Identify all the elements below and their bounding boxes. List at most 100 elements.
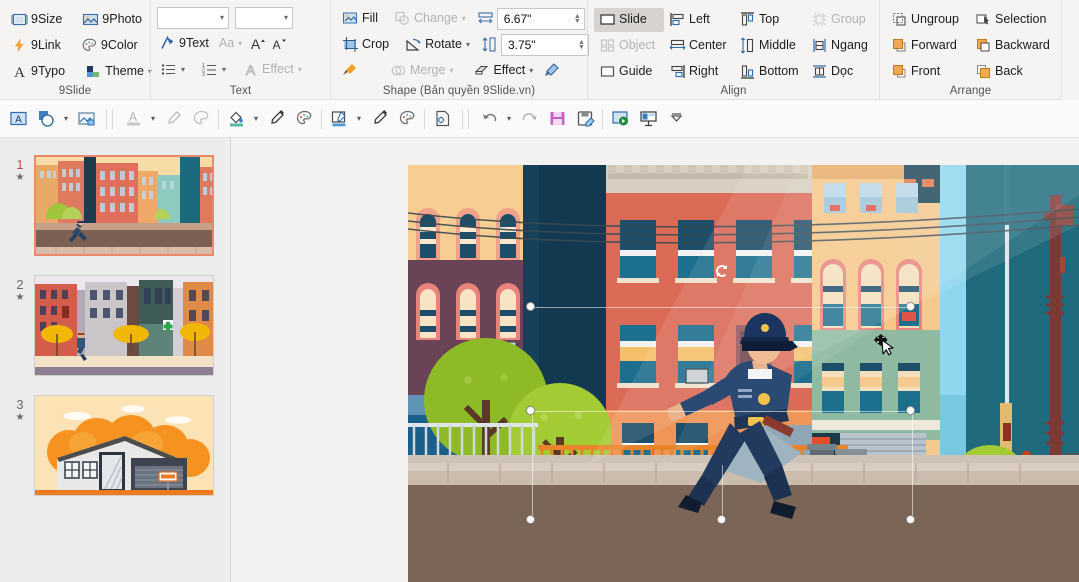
font-size-combo[interactable]: ▾ [235, 6, 293, 29]
presenter-view-button[interactable] [634, 105, 662, 133]
slide-stage[interactable] [408, 165, 1079, 582]
spinner-arrows[interactable]: ▲ ▼ [574, 13, 581, 25]
shape-height-input[interactable]: 3.75" ▲ ▼ [500, 33, 589, 56]
handle-bottom-left[interactable] [526, 515, 535, 524]
slide-canvas-area[interactable] [231, 138, 1079, 582]
btn-bring-forward[interactable]: Forward [886, 34, 970, 58]
btn-group[interactable]: Group [806, 8, 871, 32]
btn-9text[interactable]: 9Text [157, 32, 214, 56]
btn-align-center[interactable]: Center [664, 34, 734, 58]
shape-outline-caret[interactable]: ▾ [353, 105, 365, 133]
btn-align-to-slide[interactable]: Slide [594, 7, 664, 32]
thumbnail-row-2[interactable]: 2 ★ [6, 275, 214, 376]
font-color-button[interactable]: A [119, 105, 147, 133]
shape-fill-caret[interactable]: ▾ [250, 105, 262, 133]
grow-font-icon: A [249, 35, 266, 52]
btn-align-middle[interactable]: Middle [734, 34, 806, 58]
btn-9typo[interactable]: A 9Typo [6, 60, 70, 84]
chevron-down-icon: ▾ [181, 65, 186, 74]
rotation-handle[interactable] [713, 262, 731, 280]
btn-bring-to-front-label: Front [911, 64, 941, 79]
shape-width-input[interactable]: 6.67" ▲ ▼ [496, 7, 585, 30]
btn-align-right[interactable]: Right [664, 60, 734, 84]
btn-send-to-back[interactable]: Back [970, 60, 1028, 84]
font-family-combo[interactable]: ▾ [157, 6, 229, 29]
rotate-shape-icon [405, 36, 422, 53]
slide-thumbnail-panel[interactable]: 1 ★ 2 ★ 3 ★ [0, 138, 231, 582]
btn-bring-forward-label: Forward [911, 38, 957, 53]
undo-button[interactable] [475, 105, 503, 133]
animation-star-icon: ★ [15, 172, 25, 183]
slideshow-from-current-button[interactable] [606, 105, 634, 133]
shape-fill-color-button[interactable] [222, 105, 250, 133]
font-color-eyedropper-button[interactable] [159, 105, 187, 133]
shape-fill-palette-button[interactable] [290, 105, 318, 133]
btn-distribute-vertical[interactable]: Dọc [806, 60, 858, 84]
spinner-arrows[interactable]: ▲ ▼ [578, 39, 585, 51]
insert-picture-button[interactable] [72, 105, 100, 133]
btn-align-to-object[interactable]: Object [594, 34, 664, 58]
chevron-down-icon: ▾ [461, 14, 466, 23]
btn-align-bottom[interactable]: Bottom [734, 60, 806, 84]
more-commands-button[interactable] [662, 105, 690, 133]
btn-fill[interactable]: Fill [337, 7, 383, 31]
btn-align-left[interactable]: Left [664, 8, 734, 32]
btn-shrink-font[interactable]: A [268, 32, 289, 56]
btn-9size[interactable]: 9Size [6, 8, 67, 32]
btn-crop[interactable]: Crop [337, 33, 394, 57]
btn-9link[interactable]: 9Link [6, 34, 66, 58]
handle-right-middle[interactable] [906, 302, 915, 311]
btn-shape-effect[interactable]: Effect ▾ [468, 59, 538, 83]
btn-bring-to-front[interactable]: Front [886, 60, 970, 84]
page-settings-button[interactable] [428, 105, 456, 133]
btn-9photo[interactable]: 9Photo [77, 8, 147, 32]
insert-textbox-icon: A [9, 111, 27, 126]
handle-bottom-center[interactable] [717, 515, 726, 524]
slide-thumbnail-1[interactable] [34, 155, 214, 256]
btn-change-shape[interactable]: Change ▾ [389, 7, 471, 31]
redo-button[interactable] [515, 105, 543, 133]
btn-align-to-guide[interactable]: Guide [594, 60, 664, 84]
shape-width-icon [477, 10, 494, 27]
btn-ungroup[interactable]: Ungroup [886, 8, 970, 32]
thumbnail-row-1[interactable]: 1 ★ [6, 155, 214, 256]
btn-distribute-horizontal[interactable]: Ngang [806, 34, 873, 58]
btn-grow-font[interactable]: A [247, 32, 268, 56]
thumbnail-row-3[interactable]: 3 ★ [6, 395, 214, 496]
insert-shape-button[interactable] [32, 105, 60, 133]
btn-text-effect[interactable]: A Effect ▾ [237, 58, 307, 82]
shape-outline-button[interactable] [325, 105, 353, 133]
btn-bullet-list[interactable]: ▾ [157, 58, 190, 82]
btn-merge-shapes[interactable]: Merge ▾ [385, 59, 458, 83]
group-label-9slide: 9Slide [58, 85, 92, 97]
handle-bottom-right[interactable] [906, 515, 915, 524]
outline-eyedropper-button[interactable] [365, 105, 393, 133]
save-as-button[interactable] [571, 105, 599, 133]
btn-shape-style[interactable] [538, 59, 565, 83]
font-color-palette-button[interactable] [187, 105, 215, 133]
btn-format-painter[interactable] [337, 59, 363, 83]
btn-9color[interactable]: 9Color [76, 34, 143, 58]
shape-fill-eyedropper-button[interactable] [262, 105, 290, 133]
thumbnail-scrollbar[interactable] [225, 138, 230, 582]
btn-send-backward[interactable]: Backward [970, 34, 1055, 58]
save-button[interactable] [543, 105, 571, 133]
btn-selection-pane[interactable]: Selection [970, 8, 1051, 32]
btn-numbered-list[interactable]: 123 ▾ [196, 58, 231, 82]
handle-right-lower[interactable] [906, 406, 915, 415]
slide-thumbnail-2[interactable] [34, 275, 214, 376]
insert-textbox-button[interactable]: A [4, 105, 32, 133]
insert-shape-caret[interactable]: ▾ [60, 105, 72, 133]
handle-left-lower[interactable] [526, 406, 535, 415]
btn-distribute-horizontal-label: Ngang [831, 38, 868, 53]
outline-palette-button[interactable] [393, 105, 421, 133]
undo-caret[interactable]: ▾ [503, 105, 515, 133]
font-color-caret[interactable]: ▾ [147, 105, 159, 133]
btn-change-case[interactable]: Aa ▾ [214, 32, 247, 56]
btn-rotate[interactable]: Rotate ▾ [400, 33, 475, 57]
handle-left-middle[interactable] [526, 302, 535, 311]
slide-thumbnail-3[interactable] [34, 395, 214, 496]
btn-align-top[interactable]: Top [734, 8, 806, 32]
btn-align-bottom-label: Bottom [759, 64, 799, 79]
btn-theme[interactable]: Theme ▾ [80, 60, 157, 84]
